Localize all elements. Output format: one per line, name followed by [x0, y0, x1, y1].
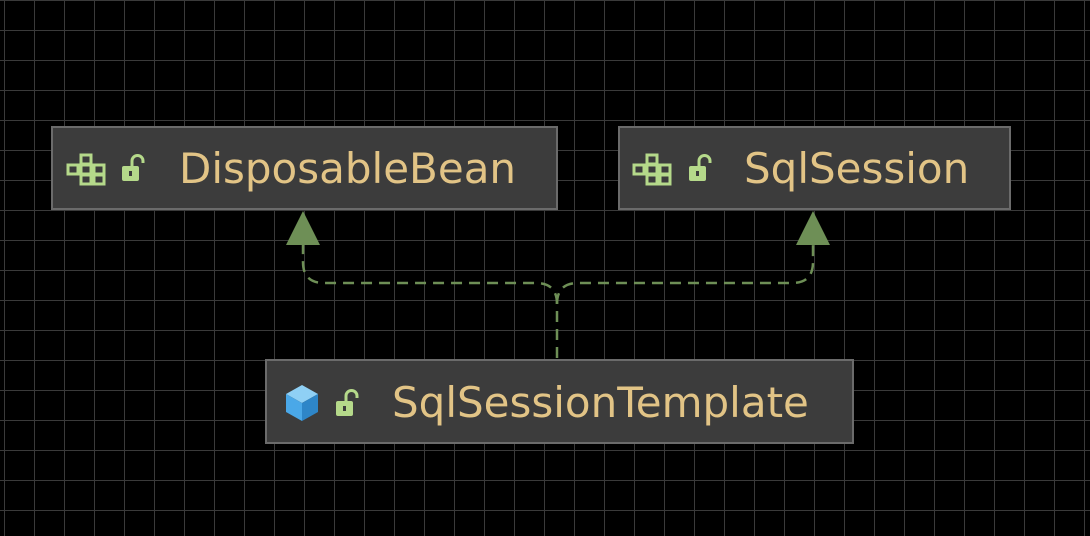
node-name: DisposableBean [179, 144, 517, 193]
implements-edge-sqlsession [555, 244, 815, 305]
node-sqlsessiontemplate[interactable]: SqlSessionTemplate [265, 359, 854, 444]
node-name: SqlSession [744, 144, 970, 193]
interface-icon [632, 153, 672, 186]
node-name: SqlSessionTemplate [392, 378, 809, 427]
arrowhead-disposablebean [286, 211, 320, 245]
class-cube-icon [286, 385, 318, 421]
interface-icon [66, 153, 106, 186]
node-disposablebean[interactable]: DisposableBean [51, 126, 558, 210]
unlocked-icon [336, 389, 359, 416]
class-diagram-edges [286, 211, 830, 358]
arrowhead-sqlsession [796, 211, 830, 245]
unlocked-icon [122, 154, 145, 181]
implements-edge-disposablebean [301, 244, 559, 358]
unlocked-icon [689, 154, 712, 181]
node-sqlsession[interactable]: SqlSession [618, 126, 1011, 210]
